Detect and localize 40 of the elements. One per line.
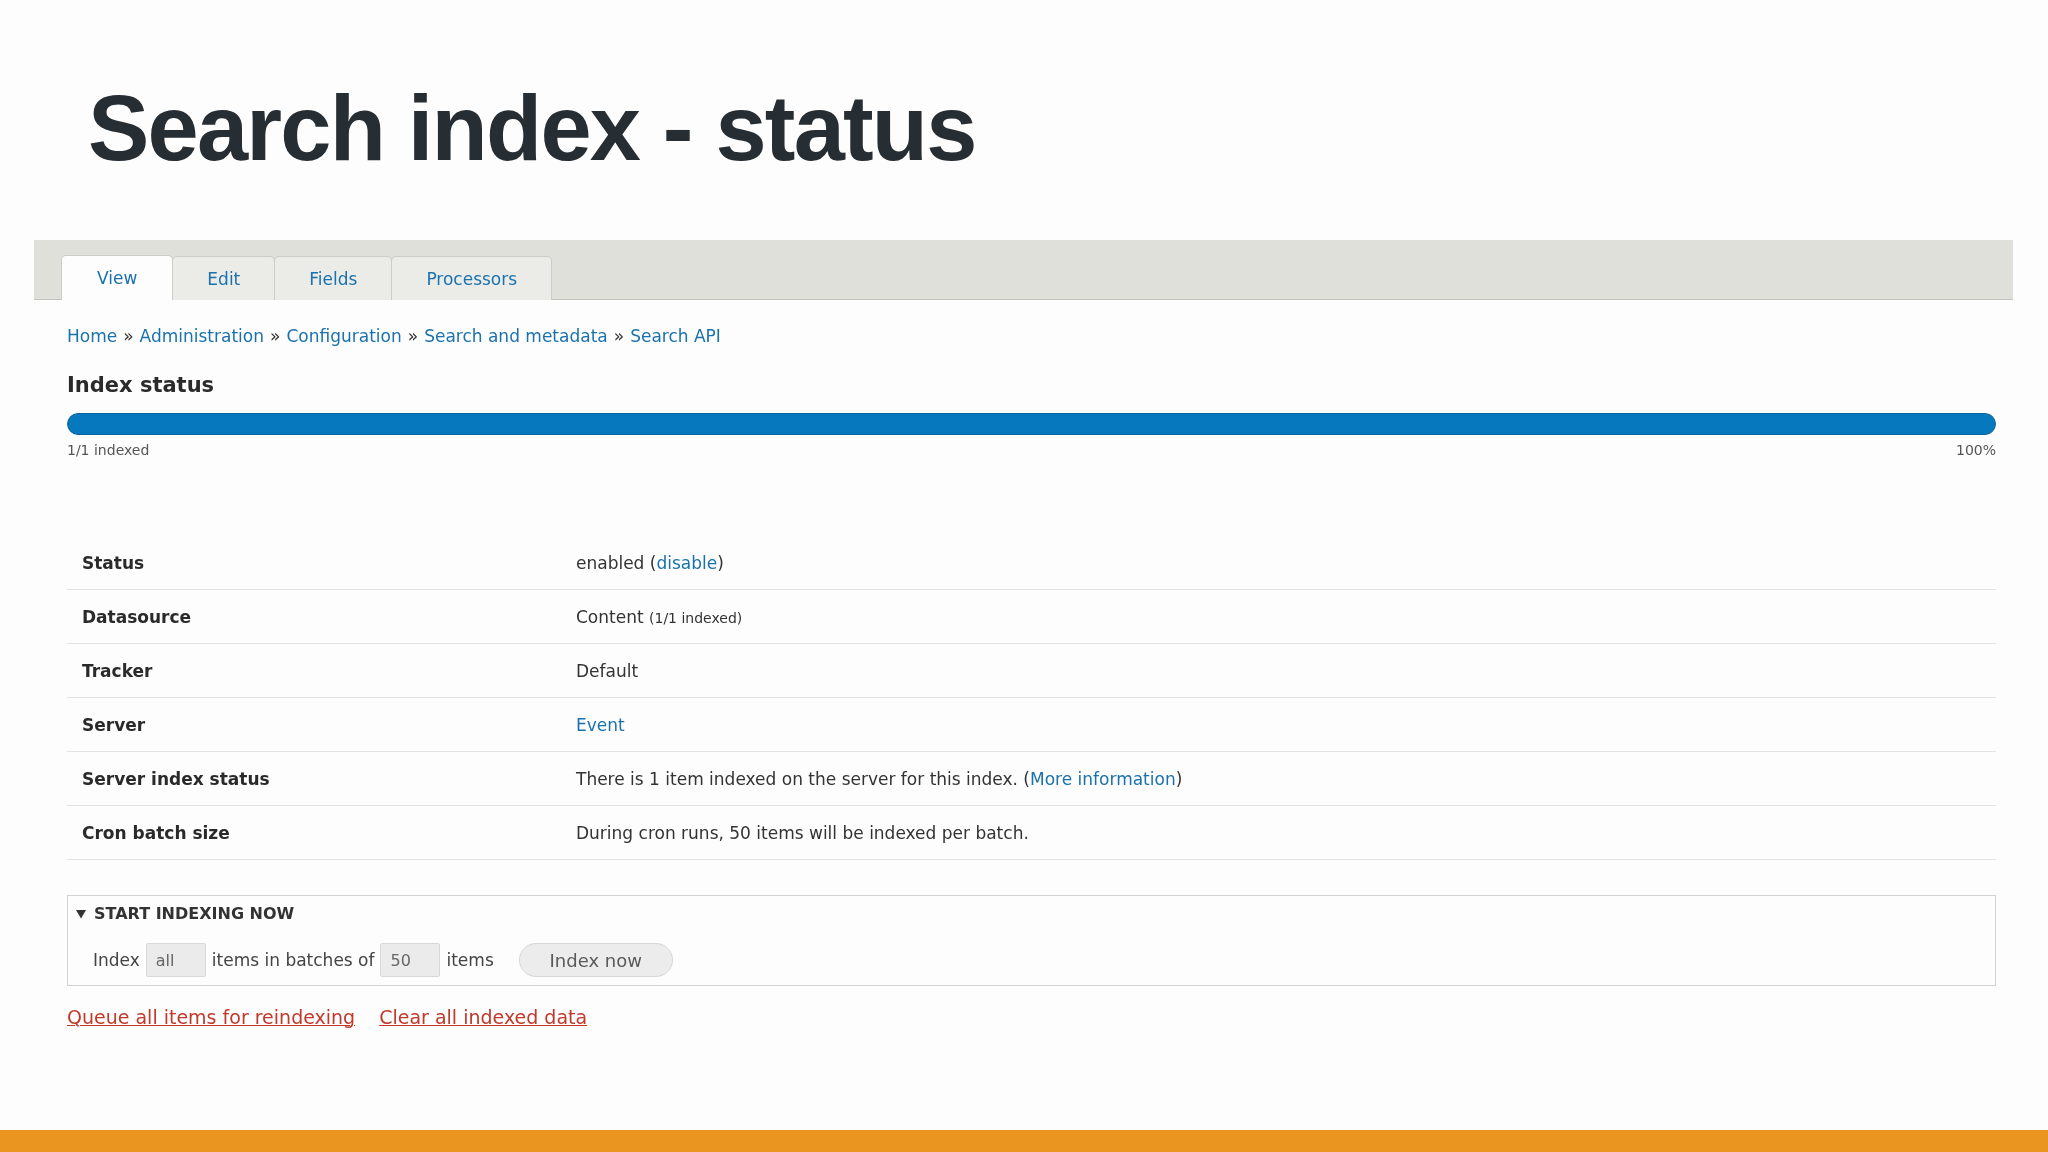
row-label: Server (82, 714, 146, 735)
breadcrumb-separator: » (613, 325, 625, 348)
tab[interactable]: Edit (172, 256, 276, 300)
action-link[interactable]: Clear all indexed data (379, 1005, 588, 1029)
row-label: Cron batch size (82, 822, 230, 843)
progress-caption: 1/1 indexed (67, 441, 150, 459)
inline-link[interactable]: Event (576, 714, 625, 735)
tab[interactable]: View (61, 255, 174, 300)
section-heading: Index status (67, 372, 215, 399)
progress-percent: 100% (1955, 441, 1996, 459)
row-label: Tracker (82, 660, 153, 681)
form-label: Index (93, 950, 140, 970)
breadcrumb-link[interactable]: Search and metadata (424, 324, 608, 348)
input-field[interactable]: all (145, 943, 206, 977)
breadcrumb-link[interactable]: Administration (139, 324, 264, 348)
row-label: Datasource (82, 606, 192, 627)
slide-title: Search index - status (88, 78, 976, 178)
action-link[interactable]: Queue all items for reindexing (67, 1005, 356, 1029)
breadcrumb-link[interactable]: Configuration (286, 324, 402, 348)
row-value: During cron runs, 50 items will be indexed per batch. (576, 822, 1029, 843)
breadcrumb-separator: » (123, 325, 134, 348)
tab[interactable]: Fields (274, 256, 393, 300)
row-value: Content (1/1 indexed) (576, 606, 743, 627)
breadcrumb-link[interactable]: Home (67, 324, 118, 348)
form-label: items in batches of (211, 950, 375, 970)
input-field[interactable]: 50 (380, 943, 441, 977)
row-value: Default (576, 660, 639, 681)
row-value: enabled (disable) (576, 552, 724, 573)
breadcrumb-separator: » (270, 325, 281, 348)
row-label: Status (82, 552, 145, 573)
row-value: There is 1 item indexed on the server for this index. (More information) (576, 768, 1183, 789)
breadcrumb-link[interactable]: Search API (630, 324, 721, 348)
section-toggle[interactable]: START INDEXING NOW (76, 903, 295, 925)
form-label: items (446, 950, 494, 970)
breadcrumb-separator: » (407, 325, 419, 348)
index-button[interactable]: Index now (518, 943, 673, 977)
inline-link[interactable]: More information (1030, 768, 1176, 789)
tab[interactable]: Processors (391, 256, 553, 300)
inline-link[interactable]: disable (656, 552, 718, 573)
row-label: Server index status (82, 768, 270, 789)
